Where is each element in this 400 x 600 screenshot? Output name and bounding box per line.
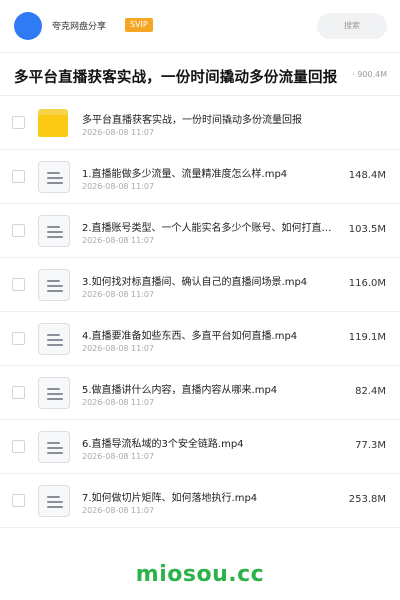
file-name: 6.直播导流私域的3个安全链路.mp4	[82, 439, 244, 450]
svip-badge: SVIP	[125, 18, 153, 32]
document-icon	[38, 377, 70, 409]
app-name: 夸克网盘分享	[52, 22, 107, 32]
avatar[interactable]	[14, 12, 42, 40]
folder-icon	[38, 107, 70, 139]
file-date: 2026-08-08 11:07	[82, 344, 155, 353]
document-icon	[38, 431, 70, 463]
file-name: 3.如何找对标直播间、确认自己的直播间场景.mp4	[82, 277, 308, 288]
row-checkbox[interactable]	[12, 494, 25, 507]
search-button[interactable]: 搜索	[317, 13, 387, 39]
app-header: 夸克网盘分享 SVIP 搜索	[0, 0, 400, 52]
file-row[interactable]: 4.直播要准备如些东西、多直平台如何直播.mp4 2026-08-08 11:0…	[0, 312, 400, 366]
document-icon	[38, 485, 70, 517]
file-row[interactable]: 6.直播导流私域的3个安全链路.mp4 2026-08-08 11:07 77.…	[0, 420, 400, 474]
file-date: 2026-08-08 11:07	[82, 398, 155, 407]
file-date: 2026-08-08 11:07	[82, 182, 155, 191]
file-size: 253.8M	[348, 494, 386, 505]
file-list: 多平台直播获客实战，一份时间撬动多份流量回报 2026-08-08 11:07 …	[0, 96, 400, 528]
file-name: 5.做直播讲什么内容，直播内容从哪来.mp4	[82, 385, 278, 396]
file-date: 2026-08-08 11:07	[82, 452, 155, 461]
file-name: 2.直播账号类型、一个人能实名多少个账号、如何打直…	[82, 223, 332, 234]
row-checkbox[interactable]	[12, 224, 25, 237]
file-row[interactable]: 2.直播账号类型、一个人能实名多少个账号、如何打直… 2026-08-08 11…	[0, 204, 400, 258]
file-row-folder[interactable]: 多平台直播获客实战，一份时间撬动多份流量回报 2026-08-08 11:07	[0, 96, 400, 150]
file-size: 119.1M	[348, 332, 386, 343]
document-icon	[38, 269, 70, 301]
file-size: 148.4M	[348, 170, 386, 181]
row-checkbox[interactable]	[12, 278, 25, 291]
file-date: 2026-08-08 11:07	[82, 506, 155, 515]
document-icon	[38, 161, 70, 193]
file-date: 2026-08-08 11:07	[82, 128, 155, 137]
row-checkbox[interactable]	[12, 386, 25, 399]
file-name: 多平台直播获客实战，一份时间撬动多份流量回报	[82, 115, 302, 126]
file-name: 7.如何做切片矩阵、如何落地执行.mp4	[82, 493, 258, 504]
total-size: · 900.4M	[348, 70, 387, 79]
file-date: 2026-08-08 11:07	[82, 236, 155, 245]
file-size: 82.4M	[355, 386, 386, 397]
watermark: miosou.cc	[135, 562, 265, 587]
file-name: 1.直播能做多少流量、流量精准度怎么样.mp4	[82, 169, 288, 180]
file-row[interactable]: 1.直播能做多少流量、流量精准度怎么样.mp4 2026-08-08 11:07…	[0, 150, 400, 204]
file-size: 77.3M	[355, 440, 386, 451]
title-row: 多平台直播获客实战，一份时间撬动多份流量回报 · 900.4M	[0, 53, 400, 95]
file-row[interactable]: 3.如何找对标直播间、确认自己的直播间场景.mp4 2026-08-08 11:…	[0, 258, 400, 312]
page-title: 多平台直播获客实战，一份时间撬动多份流量回报	[14, 70, 338, 86]
row-checkbox[interactable]	[12, 332, 25, 345]
file-name: 4.直播要准备如些东西、多直平台如何直播.mp4	[82, 331, 298, 342]
file-row[interactable]: 7.如何做切片矩阵、如何落地执行.mp4 2026-08-08 11:07 25…	[0, 474, 400, 528]
document-icon	[38, 215, 70, 247]
row-checkbox[interactable]	[12, 170, 25, 183]
document-icon	[38, 323, 70, 355]
file-row[interactable]: 5.做直播讲什么内容，直播内容从哪来.mp4 2026-08-08 11:07 …	[0, 366, 400, 420]
row-checkbox[interactable]	[12, 116, 25, 129]
file-size: 103.5M	[348, 224, 386, 235]
row-checkbox[interactable]	[12, 440, 25, 453]
file-date: 2026-08-08 11:07	[82, 290, 155, 299]
file-size: 116.0M	[348, 278, 386, 289]
